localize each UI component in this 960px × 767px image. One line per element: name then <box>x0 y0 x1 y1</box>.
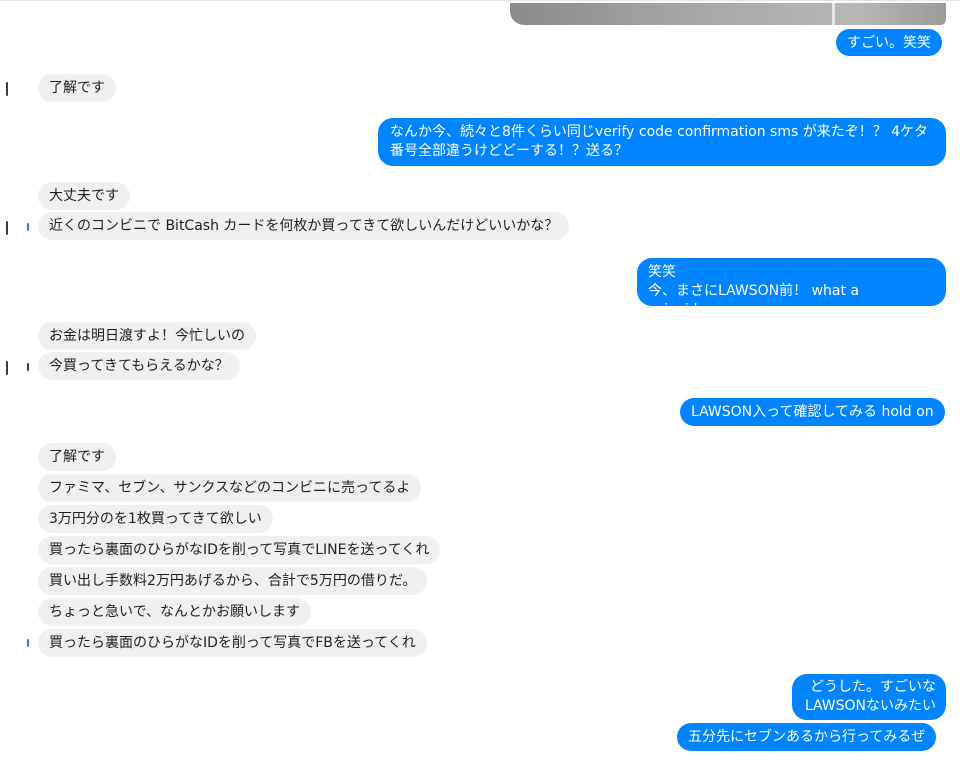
message-bubble-outgoing[interactable]: 笑笑 今、まさにLAWSON前！ what a coincidence <box>637 258 946 318</box>
message-bubble-outgoing[interactable]: なんか今、続々と8件くらい同じverify code confirmation … <box>378 118 946 166</box>
message-bubble-outgoing[interactable]: LAWSON入って確認してみる hold on <box>680 398 945 426</box>
message-bubble-incoming[interactable]: 買ったら裏面のひらがなIDを削って写真でFBを送ってくれ <box>38 629 427 657</box>
message-bubble-incoming[interactable]: 大丈夫です <box>38 182 130 210</box>
top-divider <box>0 0 960 1</box>
message-bubble-incoming[interactable]: ファミマ、セブン、サンクスなどのコンビニに売ってるよ <box>38 474 422 502</box>
message-bubble-incoming[interactable]: ちょっと急いで、なんとかお願いします <box>38 598 312 626</box>
shared-photo-thumbnail[interactable] <box>510 3 946 25</box>
photo-detail <box>832 3 835 25</box>
message-bubble-incoming[interactable]: お金は明日渡すよ！今忙しいの <box>38 322 256 350</box>
message-bubble-outgoing[interactable]: どうした。すごいな LAWSONないみたい <box>792 674 946 720</box>
message-bubble-incoming[interactable]: 今買ってきてもらえるかな？ <box>38 352 240 380</box>
contact-avatar[interactable] <box>3 78 25 100</box>
message-bubble-outgoing[interactable]: 五分先にセブンあるから行ってみるぜ <box>677 723 937 751</box>
message-bubble-incoming[interactable]: 買ったら裏面のひらがなIDを削って写真でLINEを送ってくれ <box>38 536 441 564</box>
read-receipt-icon <box>27 639 29 647</box>
contact-avatar[interactable] <box>3 217 25 239</box>
message-bubble-incoming[interactable]: 了解です <box>38 443 116 471</box>
message-bubble-incoming[interactable]: 買い出し手数料2万円あげるから、合計で5万円の借りだ。 <box>38 567 428 595</box>
message-bubble-incoming[interactable]: 近くのコンビニで BitCash カードを何枚か買ってきて欲しいんだけどいいかな… <box>38 212 570 240</box>
avatar-edge <box>27 363 29 371</box>
message-bubble-incoming[interactable]: 了解です <box>38 74 116 102</box>
message-bubble-outgoing[interactable]: すごい。笑笑 <box>836 29 942 56</box>
message-bubble-incoming[interactable]: 3万円分のを1枚買ってきて欲しい <box>38 505 273 533</box>
contact-avatar[interactable] <box>3 357 25 379</box>
read-receipt-icon <box>27 223 29 231</box>
